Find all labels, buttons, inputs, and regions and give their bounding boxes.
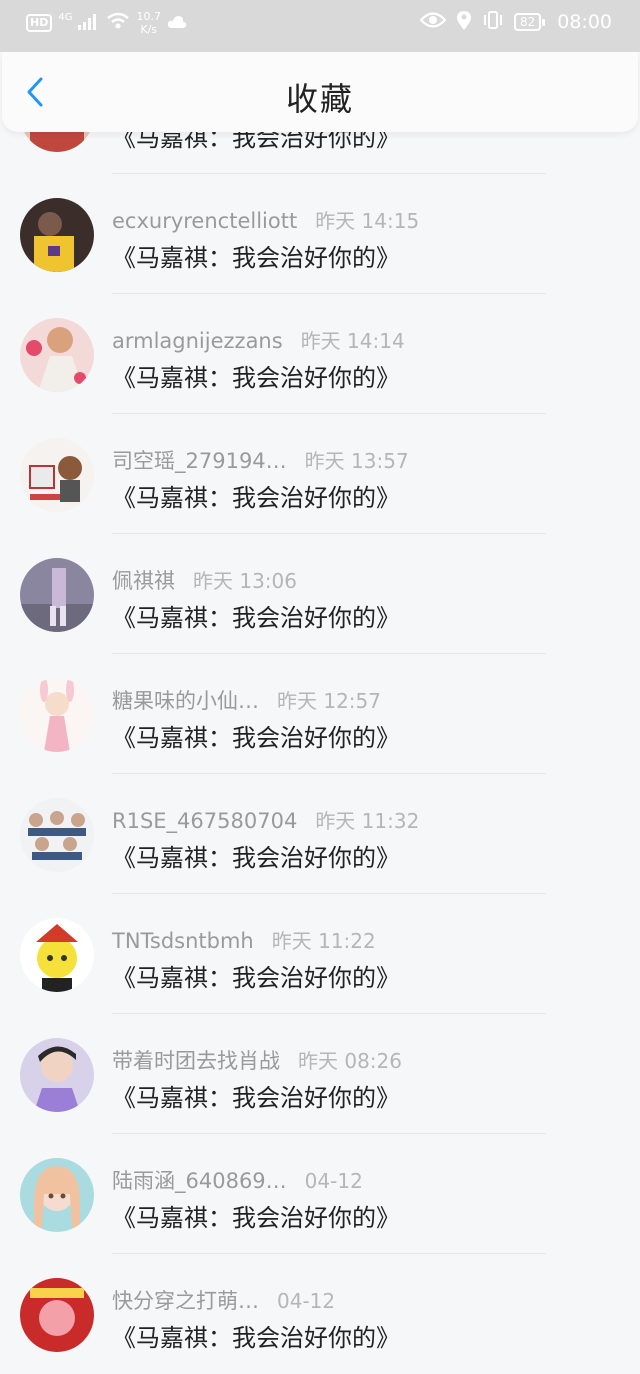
message-text: 《马嘉祺：我会治好你的》 (112, 844, 400, 872)
network-speed: 10.7 K/s (136, 10, 161, 36)
item-meta: R1SE_467580704 昨天 11:32 (112, 805, 419, 834)
battery-indicator: 82 (513, 13, 546, 31)
app-header: 收藏 (2, 52, 638, 132)
avatar (20, 558, 94, 632)
list-item[interactable]: 佩祺祺 昨天 13:06 《马嘉祺：我会治好你的》 (0, 534, 640, 654)
timestamp: 昨天 11:32 (315, 809, 420, 833)
message-text: 《马嘉祺：我会治好你的》 (112, 604, 400, 632)
list-item[interactable]: 带着时团去找肖战 昨天 08:26 《马嘉祺：我会治好你的》 (0, 1014, 640, 1134)
timestamp: 昨天 08:26 (298, 1049, 402, 1073)
message-text: 《马嘉祺：我会治好你的》 (112, 1204, 400, 1232)
item-meta: TNTsdsntbmh 昨天 11:22 (112, 925, 376, 954)
timestamp: 昨天 13:57 (304, 449, 409, 473)
username: 陆雨涵_640869… (112, 1169, 287, 1193)
timestamp: 昨天 13:06 (193, 569, 297, 593)
message-text: 《马嘉祺：我会治好你的》 (112, 364, 400, 392)
item-meta: 陆雨涵_640869… 04-12 (112, 1165, 363, 1195)
avatar (20, 318, 94, 392)
username: 糖果味的小仙… (112, 689, 259, 713)
avatar (20, 1158, 94, 1232)
list-item[interactable]: TNTsdsntbmh 昨天 11:22 《马嘉祺：我会治好你的》 (0, 894, 640, 1014)
username: 司空瑶_279194… (112, 449, 287, 473)
username: ecxuryrenctelliott (112, 209, 298, 233)
timestamp: 04-12 (277, 1289, 336, 1313)
status-time: 08:00 (557, 11, 612, 33)
avatar (20, 678, 94, 752)
timestamp: 04-12 (304, 1169, 363, 1193)
item-meta: armlagnijezzans 昨天 14:14 (112, 325, 405, 354)
message-text: 《马嘉祺：我会治好你的》 (112, 1324, 400, 1352)
list-item[interactable]: armlagnijezzans 昨天 14:14 《马嘉祺：我会治好你的》 (0, 294, 640, 414)
item-meta: ecxuryrenctelliott 昨天 14:15 (112, 205, 419, 234)
username: 快分穿之打萌… (112, 1289, 259, 1313)
avatar (20, 798, 94, 872)
item-meta: 糖果味的小仙… 昨天 12:57 (112, 685, 381, 715)
avatar (20, 1278, 94, 1352)
hd-badge: HD (26, 14, 53, 32)
location-icon (456, 10, 472, 34)
list-item[interactable]: 司空瑶_279194… 昨天 13:57 《马嘉祺：我会治好你的》 (0, 414, 640, 534)
vibrate-icon (482, 10, 504, 34)
message-text: 《马嘉祺：我会治好你的》 (112, 244, 400, 272)
cellular-signal-icon (78, 12, 100, 34)
message-text: 《马嘉祺：我会治好你的》 (112, 964, 400, 992)
timestamp: 昨天 11:22 (271, 929, 376, 953)
list-item[interactable]: ecxuryrenctelliott 昨天 14:15 《马嘉祺：我会治好你的》 (0, 174, 640, 294)
wifi-icon (106, 12, 130, 34)
page-title: 收藏 (285, 80, 354, 118)
username: TNTsdsntbmh (112, 929, 254, 953)
avatar (20, 438, 94, 512)
timestamp: 昨天 14:14 (300, 329, 405, 353)
network-type: 4G (58, 11, 73, 23)
item-meta: 佩祺祺 昨天 13:06 (112, 565, 297, 595)
list-item[interactable]: 糖果味的小仙… 昨天 12:57 《马嘉祺：我会治好你的》 (0, 654, 640, 774)
message-text: 《马嘉祺：我会治好你的》 (112, 484, 400, 512)
item-meta: 带着时团去找肖战 昨天 08:26 (112, 1045, 402, 1075)
item-meta: 快分穿之打萌… 04-12 (112, 1285, 335, 1315)
avatar (20, 1038, 94, 1112)
list-item[interactable]: R1SE_467580704 昨天 11:32 《马嘉祺：我会治好你的》 (0, 774, 640, 894)
username: R1SE_467580704 (112, 809, 298, 833)
username: 带着时团去找肖战 (112, 1049, 280, 1073)
status-bar: HD 4G 10.7 K/s 82 08:00 (0, 0, 640, 52)
timestamp: 昨天 14:15 (315, 209, 420, 233)
item-meta: 司空瑶_279194… 昨天 13:57 (112, 445, 409, 475)
message-text: 《马嘉祺：我会治好你的》 (112, 1084, 400, 1112)
eye-icon (419, 11, 447, 33)
cloud-icon (167, 14, 187, 33)
timestamp: 昨天 12:57 (277, 689, 381, 713)
avatar (20, 198, 94, 272)
list-item[interactable]: 陆雨涵_640869… 04-12 《马嘉祺：我会治好你的》 (0, 1134, 640, 1254)
username: 佩祺祺 (112, 569, 175, 593)
message-text: 《马嘉祺：我会治好你的》 (112, 724, 400, 752)
list-item[interactable]: 快分穿之打萌… 04-12 《马嘉祺：我会治好你的》 (0, 1254, 640, 1374)
username: armlagnijezzans (112, 329, 283, 353)
avatar (20, 918, 94, 992)
